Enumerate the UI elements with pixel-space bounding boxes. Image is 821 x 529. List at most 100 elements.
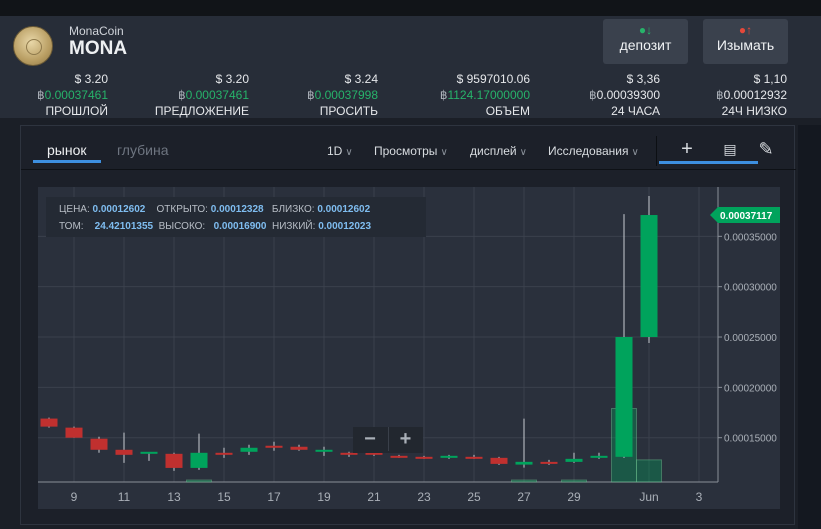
- volume-label: ТОМ:: [59, 221, 84, 232]
- toolbar-divider: [656, 136, 657, 166]
- x-tick-label: 25: [467, 490, 481, 504]
- y-tick-label: 0.00035000: [724, 232, 777, 243]
- tab-market[interactable]: рынок: [33, 142, 100, 163]
- price-label: ЦЕНА:: [59, 204, 90, 215]
- candle-down: [490, 457, 508, 464]
- high-label: ВЫСОКО:: [158, 221, 206, 232]
- candle-down: [415, 456, 433, 459]
- x-tick-label: 21: [367, 490, 381, 504]
- top-bar: [0, 0, 821, 16]
- chevron-down-icon: ∨: [345, 147, 353, 158]
- low-value: 0.00012023: [318, 221, 372, 232]
- y-tick-label: 0.00020000: [724, 383, 777, 394]
- stat-btc: 0.00039300: [596, 88, 660, 102]
- stat-4: $ 3,36 ฿0.00039300 24 ЧАСА: [589, 71, 660, 119]
- stat-usd: $ 3,36: [626, 72, 660, 86]
- stat-usd: $ 3.20: [74, 72, 108, 86]
- stat-3: $ 9597010.06 ฿1124.17000000 ОБЪЕМ: [440, 71, 530, 119]
- open-label: ОТКРЫТО:: [156, 204, 208, 215]
- y-tick-label: 0.00015000: [724, 434, 777, 445]
- interval-dropdown[interactable]: 1D ∨: [327, 144, 353, 158]
- candle-down: [265, 445, 283, 448]
- x-tick-label: 19: [317, 490, 331, 504]
- zoom-out-button[interactable]: −: [353, 427, 387, 451]
- price-chart[interactable]: 9 11 13 15 17 19 21 23 25 27 29 Jun 3 0.00015000 0.000…: [38, 187, 781, 509]
- stat-btc: 0.00037461: [44, 88, 108, 102]
- stat-2: $ 3.24 ฿0.00037998 ПРОСИТЬ: [307, 71, 378, 119]
- candle-down: [465, 456, 483, 459]
- coin-symbol: MONA: [69, 38, 128, 59]
- stat-label: ПРОШЛОЙ: [45, 104, 108, 118]
- candle-down: [215, 452, 233, 455]
- right-scrollbar[interactable]: [798, 125, 821, 529]
- x-tick-label: 17: [267, 490, 281, 504]
- candle-down: [390, 455, 408, 458]
- candle-up: [440, 455, 458, 458]
- candle-down: [290, 446, 308, 450]
- comment-icon: ▤: [723, 141, 737, 157]
- candle-up: [615, 337, 633, 457]
- x-tick-label: 3: [696, 490, 703, 504]
- deposit-button[interactable]: ●↓ депозит: [603, 19, 688, 64]
- display-dropdown[interactable]: дисплей ∨: [470, 144, 527, 158]
- chevron-down-icon: ∨: [631, 147, 639, 158]
- views-label: Просмотры: [374, 144, 438, 158]
- zoom-in-button[interactable]: +: [388, 427, 422, 451]
- candle-down: [115, 449, 133, 455]
- stat-usd: $ 1,10: [753, 72, 787, 86]
- x-tick-label: 15: [217, 490, 231, 504]
- candle-down: [165, 453, 183, 468]
- stat-label: ПРЕДЛОЖЕНИЕ: [154, 104, 249, 118]
- candle-down: [65, 427, 83, 438]
- candle-up: [140, 451, 158, 454]
- ohlc-tooltip: ЦЕНА: 0.00012602 ОТКРЫТО: 0.00012328 БЛИ…: [46, 197, 426, 237]
- coin-arrow-down-icon: ●↓: [638, 23, 653, 37]
- bitcoin-icon: ฿: [36, 88, 45, 102]
- candle-down: [90, 438, 108, 450]
- chart-panel: рынок глубина 1D ∨ Просмотры ∨ дисплей ∨ Ис…: [20, 125, 796, 525]
- x-tick-label: 29: [567, 490, 581, 504]
- display-label: дисплей: [470, 144, 517, 158]
- deposit-label: депозит: [619, 37, 672, 53]
- withdraw-button[interactable]: ●↑ Изымать: [703, 19, 788, 64]
- volume-value: 24.42101355: [94, 221, 154, 232]
- x-tick-label: 11: [118, 490, 131, 504]
- chevron-down-icon: ∨: [519, 147, 527, 158]
- stat-usd: $ 3.20: [215, 72, 249, 86]
- pencil-icon: ✎: [758, 139, 774, 159]
- y-tick-label: 0.00030000: [724, 283, 777, 294]
- candle-up: [515, 461, 533, 465]
- coin-header: MonaCoin MONA ●↓ депозит ●↑ Изымать $ 3.20…: [0, 16, 821, 118]
- close-label: БЛИЗКО:: [271, 204, 315, 215]
- monacoin-logo: [13, 26, 53, 66]
- candle-down: [40, 418, 58, 427]
- stat-label: ПРОСИТЬ: [319, 104, 378, 118]
- open-value: 0.00012328: [210, 204, 264, 215]
- interval-label: 1D: [327, 144, 343, 158]
- price-value: 0.00012602: [92, 204, 146, 215]
- low-label: НИЗКИЙ:: [271, 221, 316, 232]
- x-tick-label: 23: [417, 490, 431, 504]
- bitcoin-icon: ฿: [306, 88, 315, 102]
- x-tick-label: Jun: [639, 490, 658, 504]
- studies-label: Исследования: [548, 144, 629, 158]
- pencil-button[interactable]: ✎: [738, 136, 794, 164]
- candle-up: [565, 458, 583, 462]
- stat-label: 24Ч НИЗКО: [721, 104, 787, 118]
- stat-btc: 1124.17000000: [447, 88, 530, 102]
- chevron-down-icon: ∨: [440, 147, 448, 158]
- zoom-control: − +: [353, 427, 423, 453]
- candle-up: [315, 449, 333, 452]
- tab-depth[interactable]: глубина: [117, 142, 168, 158]
- stat-label: ОБЪЕМ: [485, 104, 530, 118]
- chart-toolbar: рынок глубина 1D ∨ Просмотры ∨ дисплей ∨ Ис…: [21, 126, 796, 170]
- stat-0: $ 3.20 ฿0.00037461 ПРОШЛОЙ: [37, 71, 108, 119]
- studies-dropdown[interactable]: Исследования ∨: [548, 144, 639, 158]
- stat-label: 24 ЧАСА: [611, 104, 660, 118]
- views-dropdown[interactable]: Просмотры ∨: [374, 144, 448, 158]
- x-tick-label: 13: [167, 490, 181, 504]
- volume-bar: [511, 479, 537, 483]
- candle-up: [190, 452, 208, 468]
- volume-bar: [561, 479, 587, 483]
- stat-usd: $ 9597010.06: [456, 72, 530, 86]
